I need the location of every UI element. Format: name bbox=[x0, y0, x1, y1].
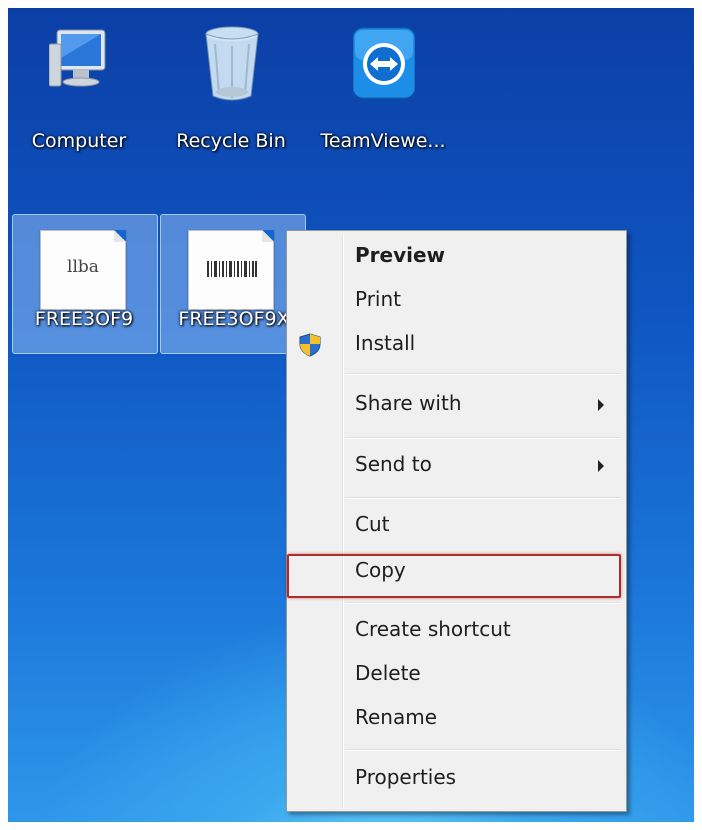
menu-item-label: Create shortcut bbox=[355, 617, 511, 641]
recycle-bin-icon bbox=[205, 26, 259, 101]
menu-item-properties[interactable]: Properties bbox=[287, 759, 626, 799]
menu-item-label: Send to bbox=[355, 452, 432, 476]
menu-item-label: Delete bbox=[355, 661, 421, 685]
menu-item-install[interactable]: Install bbox=[287, 325, 626, 365]
desktop-icon-computer[interactable]: Computer bbox=[14, 16, 144, 166]
menu-item-label: Properties bbox=[355, 765, 457, 789]
menu-item-label: Print bbox=[355, 287, 402, 311]
file-icon-free3of9[interactable]: llba bbox=[40, 230, 126, 310]
menu-item-create-shortcut[interactable]: Create shortcut bbox=[287, 611, 626, 651]
desktop-icon-recycle-bin[interactable]: Recycle Bin bbox=[166, 16, 296, 166]
page-fold-icon bbox=[262, 230, 274, 242]
desktop-icon-teamviewer[interactable]: TeamViewe... bbox=[318, 16, 448, 166]
desktop-icon-label: Recycle Bin bbox=[176, 130, 286, 152]
computer-icon bbox=[49, 29, 106, 87]
menu-item-cut[interactable]: Cut bbox=[287, 506, 626, 546]
context-menu: Preview Print Install Share with Send to… bbox=[286, 230, 627, 812]
teamviewer-icon bbox=[353, 27, 415, 99]
desktop-icon-label: Computer bbox=[31, 130, 127, 152]
menu-item-preview[interactable]: Preview bbox=[287, 237, 626, 277]
menu-separator bbox=[345, 437, 621, 439]
file-label: FREE3OF9 bbox=[34, 308, 134, 330]
menu-item-label: Cut bbox=[355, 512, 390, 536]
menu-item-label: Rename bbox=[355, 705, 438, 729]
desktop-icon-label: TeamViewe... bbox=[320, 130, 446, 152]
menu-item-print[interactable]: Print bbox=[287, 281, 626, 321]
uac-shield-icon bbox=[299, 333, 321, 357]
font-preview-text: llba bbox=[67, 257, 99, 277]
copy-highlight-box bbox=[287, 554, 621, 598]
menu-separator bbox=[345, 602, 621, 604]
page-fold-icon bbox=[114, 230, 126, 242]
desktop: Computer Recycle Bin TeamViewe... llba F… bbox=[8, 8, 694, 822]
menu-item-delete[interactable]: Delete bbox=[287, 655, 626, 695]
file-label: FREE3OF9X bbox=[178, 308, 290, 330]
submenu-arrow-icon bbox=[598, 399, 604, 411]
menu-separator bbox=[345, 497, 621, 499]
menu-item-send-to[interactable]: Send to bbox=[287, 446, 626, 486]
menu-item-rename[interactable]: Rename bbox=[287, 699, 626, 739]
menu-item-label: Share with bbox=[355, 391, 462, 415]
menu-item-share-with[interactable]: Share with bbox=[287, 385, 626, 425]
file-icon-free3of9x[interactable] bbox=[188, 230, 274, 310]
barcode-icon bbox=[207, 261, 257, 277]
menu-separator bbox=[345, 749, 621, 751]
menu-item-label: Preview bbox=[355, 243, 446, 267]
menu-item-label: Install bbox=[355, 331, 416, 355]
submenu-arrow-icon bbox=[598, 460, 604, 472]
menu-separator bbox=[345, 373, 621, 375]
